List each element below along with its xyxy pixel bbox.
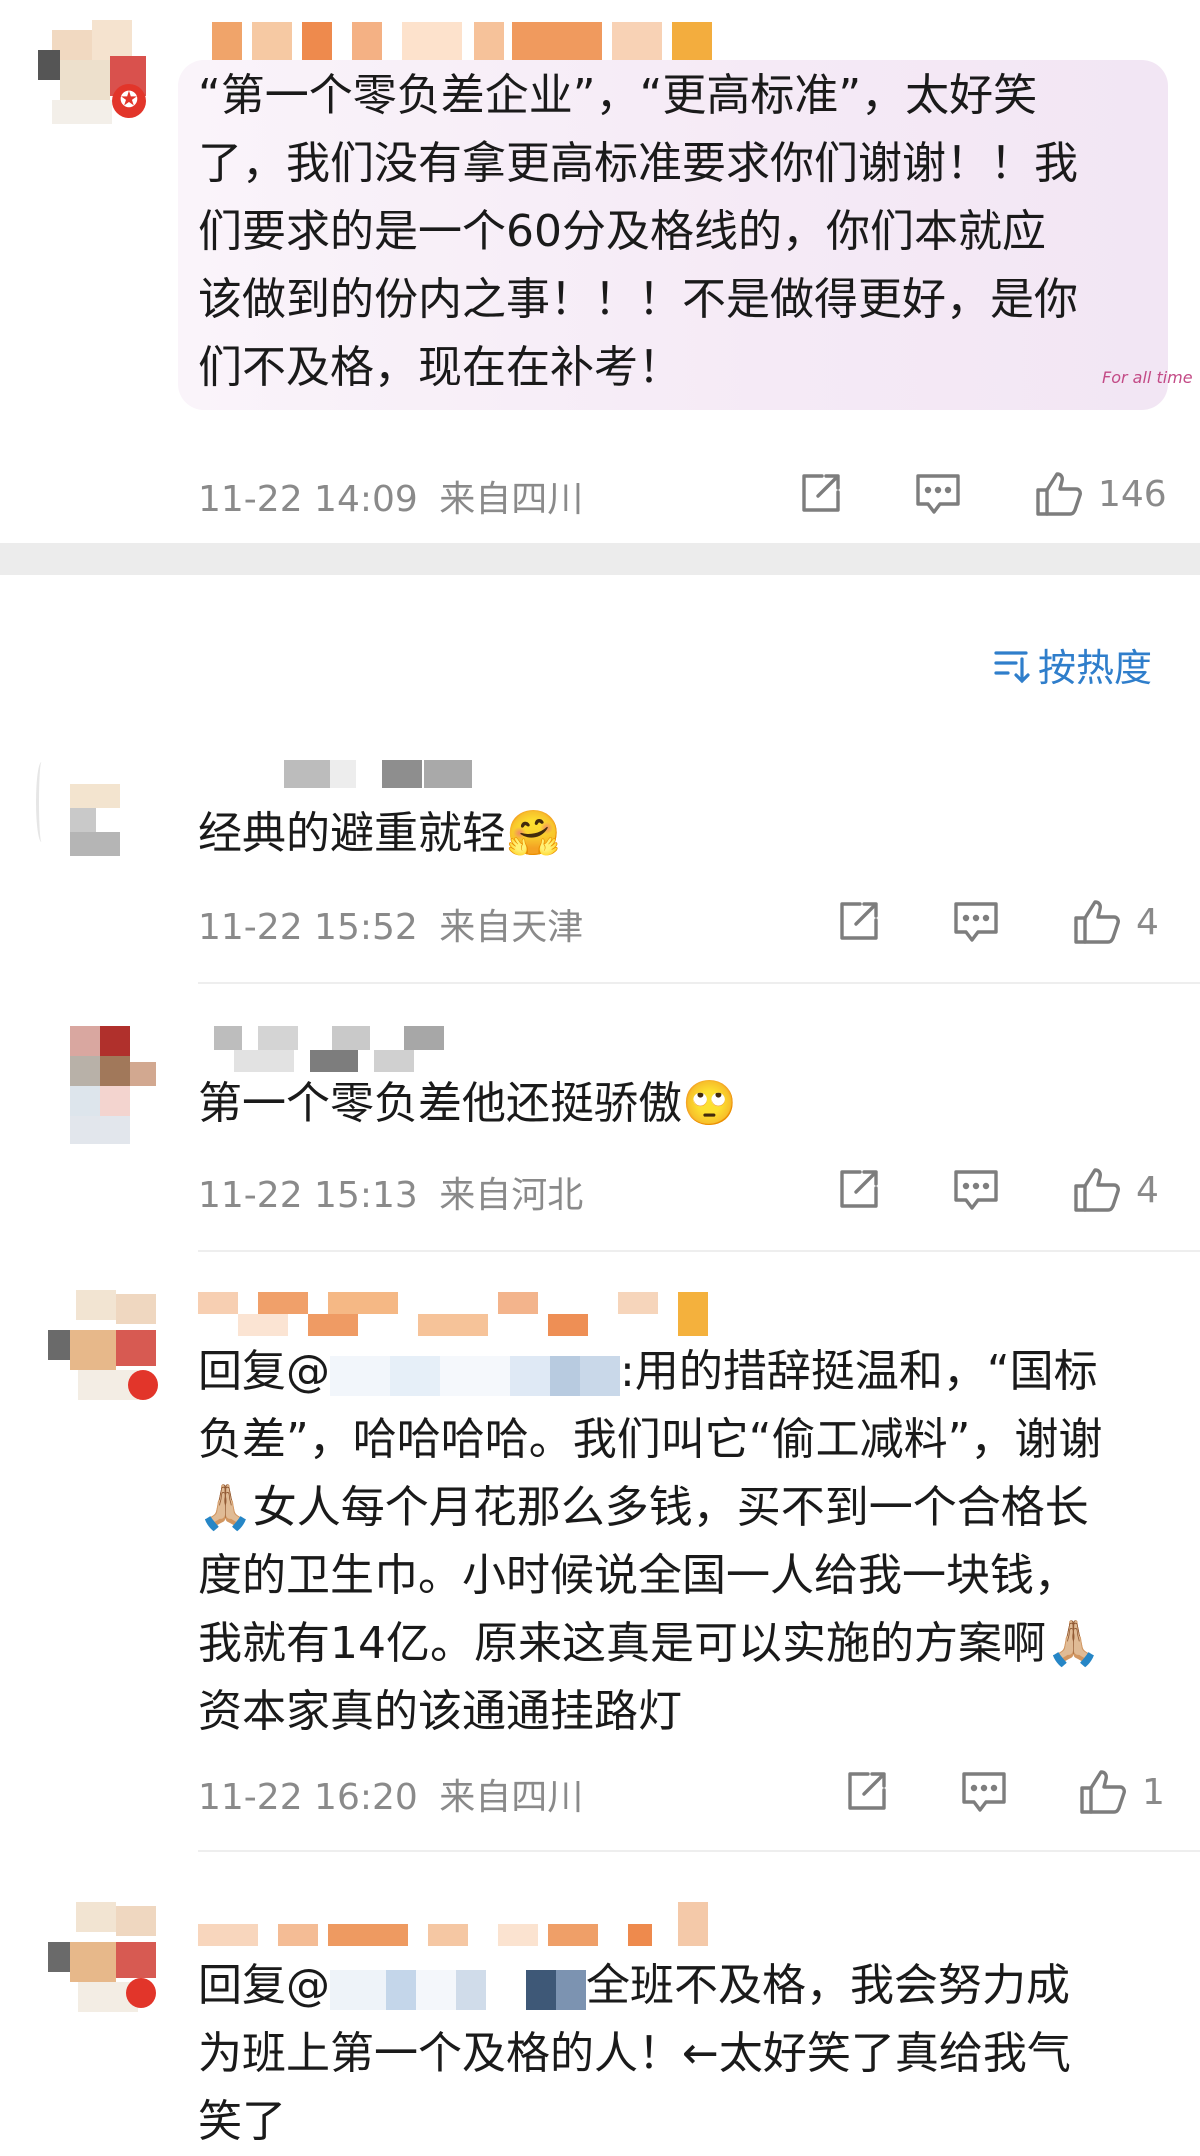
comment-line: “第一个零负差企业”，“更高标准”，太好笑	[198, 70, 1038, 121]
username-blurred[interactable]	[284, 760, 484, 788]
like-count: 4	[1136, 1169, 1159, 1211]
username-blurred[interactable]	[214, 1026, 454, 1072]
share-icon	[848, 1772, 886, 1810]
share-icon	[802, 474, 840, 512]
share-button[interactable]	[842, 1768, 890, 1825]
timestamp: 11-22 15:13	[198, 1175, 418, 1216]
thumbs-up-icon	[1036, 472, 1082, 516]
thumbs-up-icon	[1074, 900, 1120, 944]
comment-divider	[198, 982, 1200, 984]
like-button[interactable]: 146	[1034, 470, 1167, 518]
comment-line: 回复@ :用的措辞挺温和，“国标	[198, 1338, 1098, 1408]
location: 来自天津	[439, 907, 584, 948]
comment-line: 第一个零负差他还挺骄傲🙄	[198, 1078, 737, 1129]
share-icon	[840, 1170, 878, 1208]
comment-text: :用的措辞挺温和，“国标	[620, 1346, 1098, 1397]
reply-prefix: 回复@	[198, 1960, 330, 2011]
comment-icon	[962, 1772, 1006, 1812]
comment-divider	[198, 1850, 1200, 1852]
comment-line: 们不及格，现在在补考！	[198, 342, 682, 393]
bubble-caption: For all time	[1102, 368, 1193, 387]
comment-button[interactable]	[952, 898, 1000, 955]
comment-icon	[916, 474, 960, 514]
share-button[interactable]	[834, 1166, 882, 1223]
verified-badge-icon	[126, 1978, 156, 2008]
verified-badge-icon	[128, 1370, 158, 1400]
timestamp: 11-22 16:20	[198, 1777, 418, 1818]
like-button[interactable]: 4	[1072, 1166, 1159, 1214]
comment-line: 为班上第一个及格的人！←太好笑了真给我气	[198, 2028, 1071, 2079]
timestamp: 11-22 15:52	[198, 907, 418, 948]
mention-blurred[interactable]	[330, 1340, 620, 1408]
thumbs-up-icon	[1074, 1168, 1120, 1212]
comment-line: 负差”，哈哈哈哈。我们叫它“偷工减料”，谢谢	[198, 1414, 1103, 1465]
sort-button[interactable]: 按热度	[992, 637, 1152, 692]
thumbs-up-icon	[1080, 1770, 1126, 1814]
comment-line: 笑了	[198, 2096, 286, 2147]
like-count: 146	[1098, 473, 1167, 515]
comment-meta: 11-22 15:13 来自河北	[198, 1166, 583, 1218]
comment-line: 🙏🏼女人每个月花那么多钱，买不到一个合格长	[198, 1482, 1089, 1533]
like-count: 4	[1136, 901, 1159, 943]
location: 来自四川	[439, 1777, 584, 1818]
comment-meta: 11-22 14:09 来自四川	[198, 470, 583, 522]
avatar[interactable]	[70, 784, 120, 856]
share-button[interactable]	[796, 470, 844, 527]
sort-icon	[994, 650, 1030, 683]
comment-line: 该做到的份内之事！！！不是做得更好，是你	[198, 274, 1078, 325]
username-blurred[interactable]	[198, 1292, 718, 1336]
comment-line: 了，我们没有拿更高标准要求你们谢谢！！我	[198, 138, 1078, 189]
comment-line: 度的卫生巾。小时候说全国一人给我一块钱，	[198, 1550, 1078, 1601]
comment-line: 资本家真的该通通挂路灯	[198, 1686, 682, 1737]
comment-meta: 11-22 15:52 来自天津	[198, 898, 583, 950]
comment-line: 我就有14亿。原来这真是可以实施的方案啊🙏🏼	[198, 1618, 1101, 1669]
comment-button[interactable]	[952, 1166, 1000, 1223]
share-icon	[840, 902, 878, 940]
share-button[interactable]	[834, 898, 882, 955]
mention-blurred[interactable]	[330, 1954, 586, 2022]
avatar[interactable]	[70, 1026, 160, 1146]
timestamp: 11-22 14:09	[198, 479, 418, 520]
comment-icon	[954, 902, 998, 942]
verified-badge-icon: ✪	[112, 84, 146, 118]
like-count: 1	[1142, 1771, 1165, 1813]
comment-button[interactable]	[914, 470, 962, 527]
like-button[interactable]: 4	[1072, 898, 1159, 946]
comment-divider	[198, 1250, 1200, 1252]
avatar-ring	[36, 762, 47, 842]
username-blurred[interactable]	[198, 1902, 718, 1946]
comment-line: 回复@ 全班不及格，我会努力成	[198, 1952, 1070, 2022]
comment-line: 们要求的是一个60分及格线的，你们本就应	[198, 206, 1046, 257]
like-button[interactable]: 1	[1078, 1768, 1165, 1816]
location: 来自四川	[439, 479, 584, 520]
reply-prefix: 回复@	[198, 1346, 330, 1397]
bubble-sticker: For all time	[1102, 368, 1193, 387]
section-separator	[0, 543, 1200, 575]
comment-text: 全班不及格，我会努力成	[586, 1960, 1070, 2011]
location: 来自河北	[439, 1175, 584, 1216]
comment-icon	[954, 1170, 998, 1210]
comment-button[interactable]	[960, 1768, 1008, 1825]
comment-line: 经典的避重就轻🤗	[198, 808, 561, 859]
sort-label: 按热度	[1038, 646, 1153, 690]
comment-meta: 11-22 16:20 来自四川	[198, 1768, 583, 1820]
